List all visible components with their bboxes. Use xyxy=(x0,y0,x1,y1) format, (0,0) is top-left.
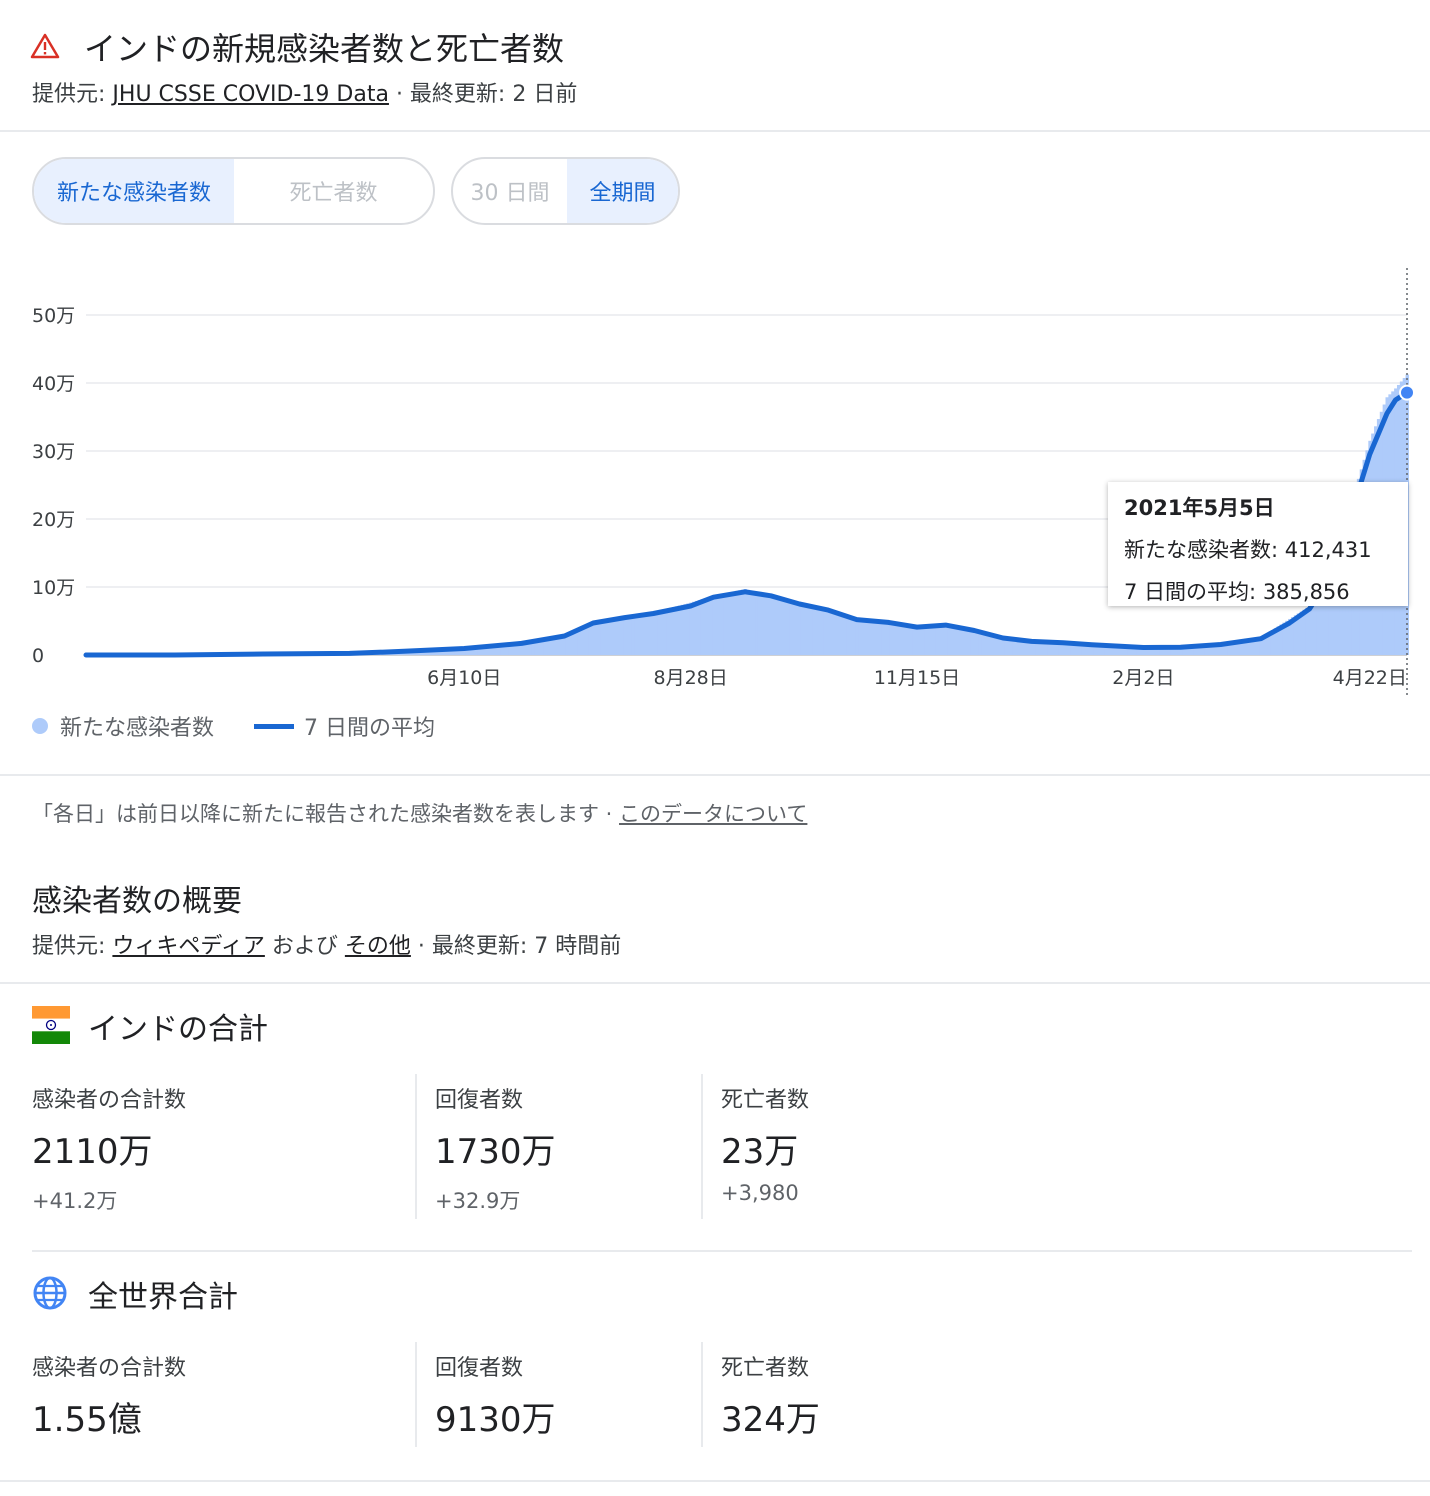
legend-line-icon xyxy=(254,723,295,729)
world-recovered-value: 9130万 xyxy=(435,1400,556,1440)
y-tick-label: 40万 xyxy=(32,373,75,395)
india-total-title: インドの合計 xyxy=(88,1012,268,1047)
range-toggle: 30 日間 全期間 xyxy=(451,157,680,225)
india-cases-value: 2110万 xyxy=(32,1132,153,1172)
hover-point xyxy=(1399,384,1415,401)
y-tick-label: 10万 xyxy=(32,577,75,599)
divider xyxy=(0,774,1430,776)
divider xyxy=(0,130,1430,132)
world-cases-value: 1.55億 xyxy=(32,1400,142,1440)
india-recovered-label: 回復者数 xyxy=(435,1088,524,1113)
tooltip-average-label: 7 日間の平均 xyxy=(1124,580,1250,604)
summary-source-mid: および xyxy=(264,934,345,959)
x-tick-label: 8月28日 xyxy=(653,667,727,689)
metric-toggle: 新たな感染者数 死亡者数 xyxy=(32,157,435,225)
legend-line-label: 7 日間の平均 xyxy=(304,716,436,741)
toggle-new-cases[interactable]: 新たな感染者数 xyxy=(34,159,234,223)
warning-icon xyxy=(30,33,60,59)
tooltip-new-cases-value: 412,431 xyxy=(1284,538,1372,562)
divider xyxy=(32,1250,1412,1252)
india-recovered-value: 1730万 xyxy=(435,1132,556,1172)
legend-bars-label: 新たな感染者数 xyxy=(60,716,215,741)
source-prefix: 提供元: xyxy=(32,82,113,107)
note-text: 「各日」は前日以降に新たに報告された感染者数を表します · xyxy=(32,802,620,826)
tooltip-new-cases: 新たな感染者数: 412,431 xyxy=(1124,538,1372,562)
wikipedia-link[interactable]: ウィキペディア xyxy=(112,934,264,959)
world-deaths-label: 死亡者数 xyxy=(721,1356,810,1381)
other-sources-link[interactable]: その他 xyxy=(345,934,411,959)
india-deaths-delta: +3,980 xyxy=(721,1181,799,1205)
india-recovered-delta: +32.9万 xyxy=(435,1189,521,1213)
page-title: インドの新規感染者数と死亡者数 xyxy=(84,30,565,68)
divider xyxy=(701,1074,703,1219)
cases-chart[interactable]: 0 10万 20万 30万 40万 50万 6月10日 8月28日 11月15日 2月2日 4月2… xyxy=(0,250,1430,700)
india-cases-delta: +41.2万 xyxy=(32,1189,118,1213)
summary-title: 感染者数の概要 xyxy=(32,884,242,919)
source-link-jhu[interactable]: JHU CSSE COVID-19 Data xyxy=(112,82,389,107)
india-cases-label: 感染者の合計数 xyxy=(32,1088,187,1113)
data-note: 「各日」は前日以降に新たに報告された感染者数を表します · このデータについて xyxy=(32,798,807,828)
toggle-all-time[interactable]: 全期間 xyxy=(567,159,678,223)
about-data-link[interactable]: このデータについて xyxy=(619,802,807,826)
divider xyxy=(0,1480,1430,1482)
x-tick-label: 2月2日 xyxy=(1112,667,1174,689)
divider xyxy=(0,982,1430,984)
india-flag-icon xyxy=(32,1006,70,1044)
y-tick-label: 50万 xyxy=(32,305,75,327)
divider xyxy=(415,1342,417,1447)
globe-icon xyxy=(33,1276,67,1310)
world-recovered-label: 回復者数 xyxy=(435,1356,524,1381)
chart-legend: 新たな感染者数 7 日間の平均 xyxy=(32,710,435,742)
source-line: 提供元: JHU CSSE COVID-19 Data · 最終更新: 2 日前 xyxy=(32,76,577,108)
divider xyxy=(701,1342,703,1447)
tooltip-date: 2021年5月5日 xyxy=(1124,496,1275,520)
toggle-deaths[interactable]: 死亡者数 xyxy=(234,159,433,223)
chart-tooltip: 2021年5月5日 新たな感染者数: 412,431 7 日間の平均: 385,… xyxy=(1108,482,1408,606)
toggle-30-days[interactable]: 30 日間 xyxy=(453,159,567,223)
divider xyxy=(415,1074,417,1219)
summary-source-prefix: 提供元: xyxy=(32,934,113,959)
y-tick-label: 30万 xyxy=(32,441,75,463)
x-tick-label: 11月15日 xyxy=(874,667,960,689)
y-tick-label: 20万 xyxy=(32,509,75,531)
source-updated: · 最終更新: 2 日前 xyxy=(388,82,578,107)
world-deaths-value: 324万 xyxy=(721,1400,820,1440)
world-cases-label: 感染者の合計数 xyxy=(32,1356,187,1381)
x-tick-label: 4月22日 xyxy=(1333,667,1407,689)
summary-source: 提供元: ウィキペディア および その他 · 最終更新: 7 時間前 xyxy=(32,928,621,960)
summary-updated: · 最終更新: 7 時間前 xyxy=(410,934,622,959)
y-tick-label: 0 xyxy=(32,645,44,667)
tooltip-average: 7 日間の平均: 385,856 xyxy=(1124,580,1350,604)
india-deaths-value: 23万 xyxy=(721,1132,799,1172)
legend-dot-icon xyxy=(32,718,48,734)
tooltip-average-value: 385,856 xyxy=(1262,580,1350,604)
tooltip-new-cases-label: 新たな感染者数 xyxy=(1124,538,1271,562)
world-total-title: 全世界合計 xyxy=(88,1280,238,1315)
india-deaths-label: 死亡者数 xyxy=(721,1088,810,1113)
x-tick-label: 6月10日 xyxy=(427,667,501,689)
